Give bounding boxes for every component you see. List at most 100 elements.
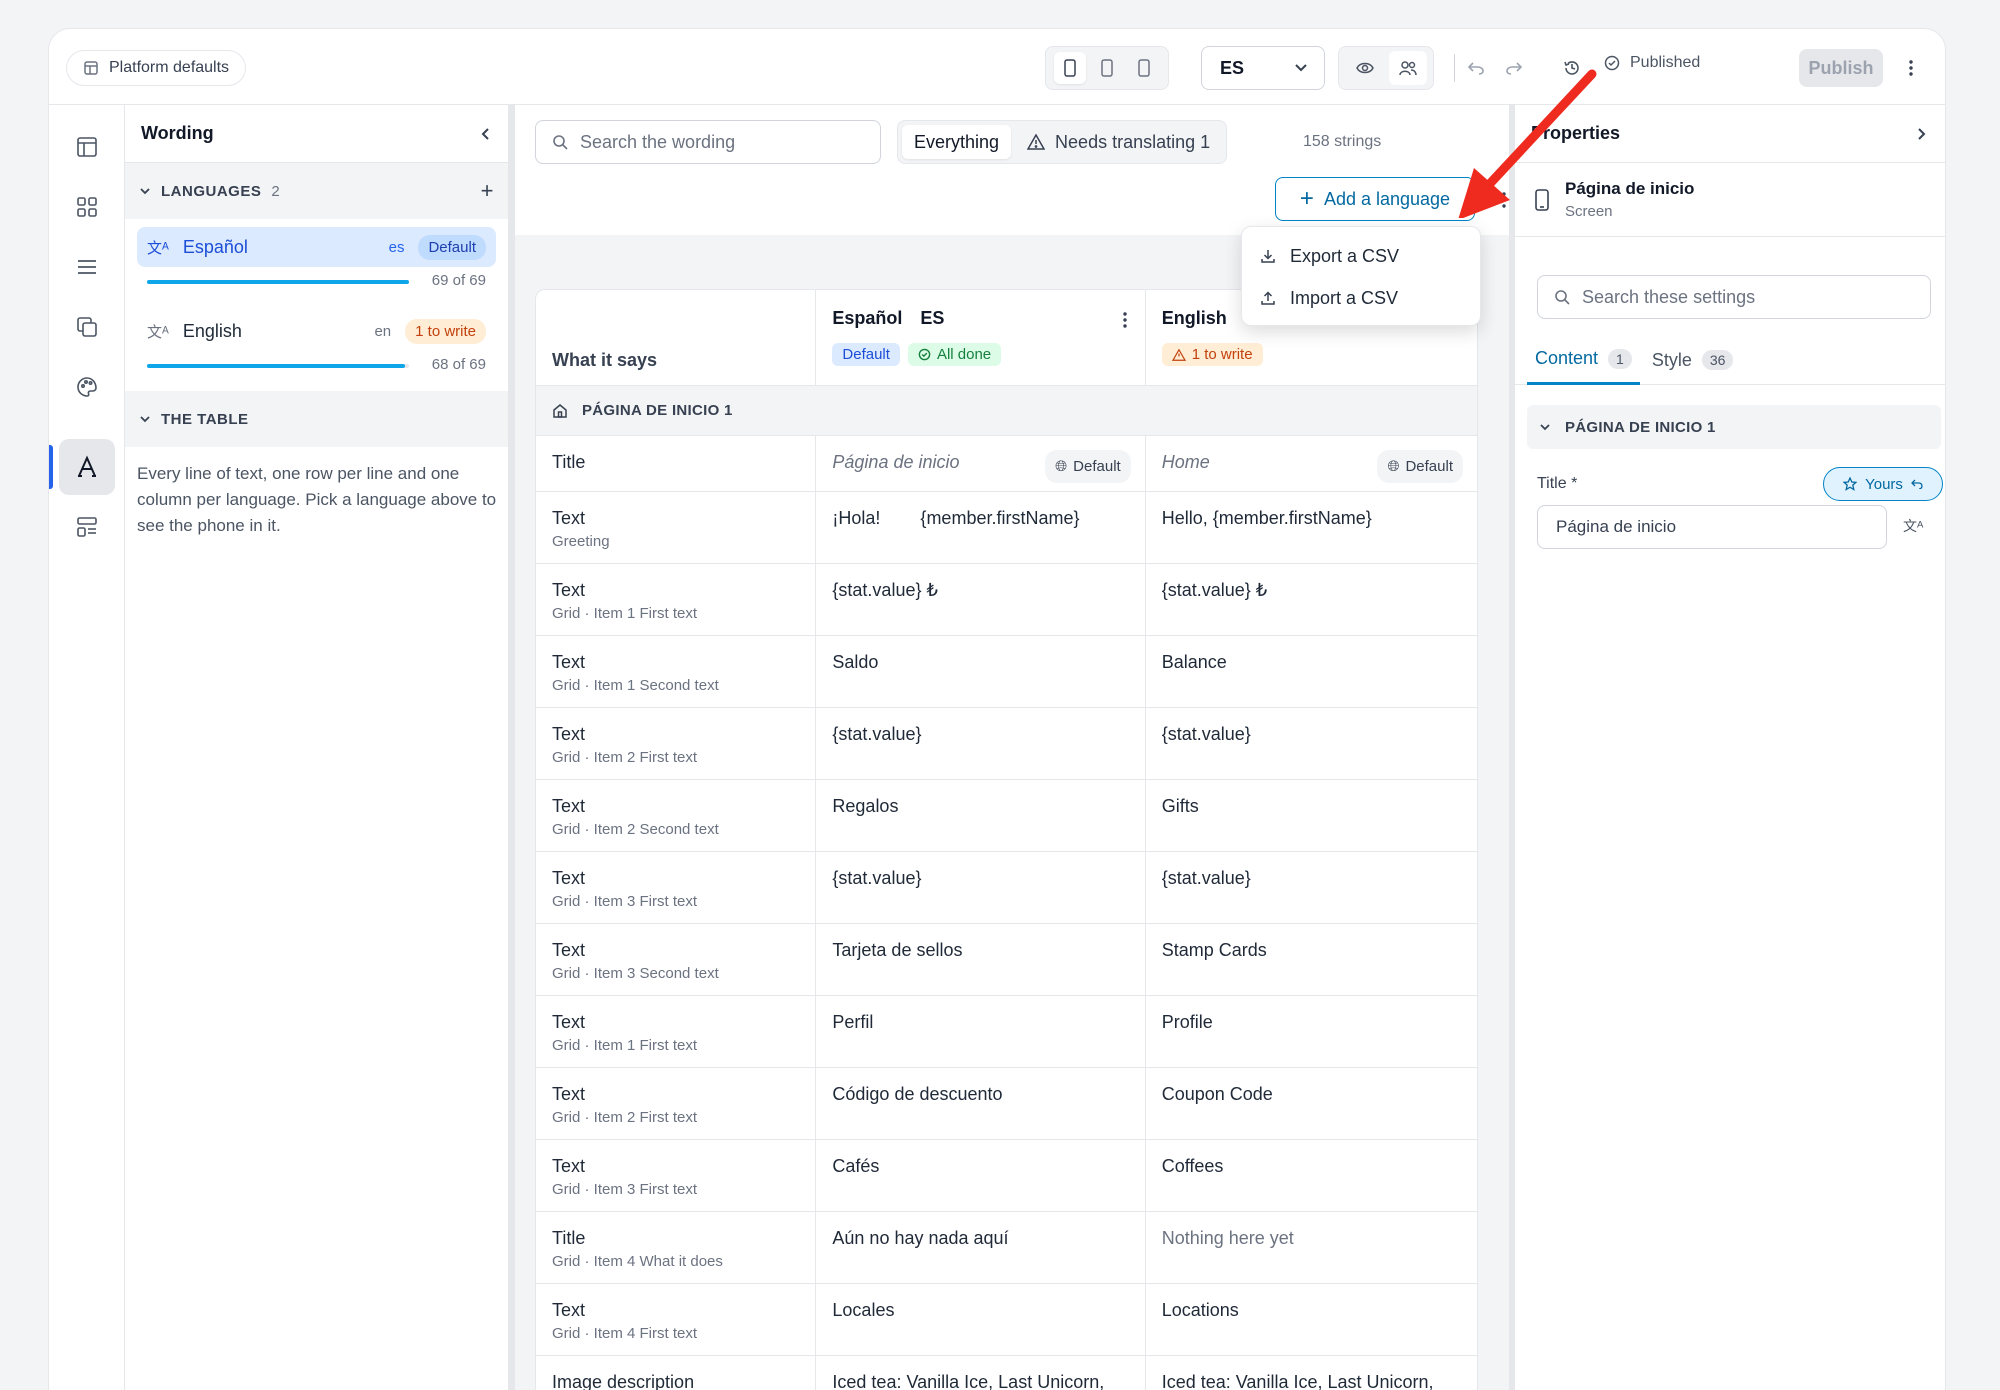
language-item-es[interactable]: 文ᴬ Español es Default 69 of 69 — [125, 219, 508, 303]
users-button[interactable] — [1388, 51, 1427, 85]
cell-en[interactable]: Coffees — [1146, 1140, 1477, 1211]
cell-en[interactable]: Profile — [1146, 996, 1477, 1067]
language-card[interactable]: 文ᴬ Español es Default — [137, 227, 496, 267]
cell-es[interactable]: Cafés — [816, 1140, 1146, 1211]
kebab-icon[interactable] — [1123, 312, 1127, 328]
table-row[interactable]: Text Greeting ¡Hola! {member.firstName} Hel… — [536, 492, 1477, 564]
cell-es[interactable]: Código de descuento — [816, 1068, 1146, 1139]
rail-navigation[interactable] — [59, 239, 115, 295]
cell-en[interactable]: Nothing here yet — [1146, 1212, 1477, 1283]
translate-icon[interactable]: 文ᴬ — [1903, 516, 1923, 536]
home-icon — [553, 403, 567, 418]
table-row[interactable]: Text Grid · Item 2 First text {stat.value}… — [536, 708, 1477, 780]
cell-es[interactable]: Tarjeta de sellos — [816, 924, 1146, 995]
import-csv-item[interactable]: Import a CSV — [1242, 277, 1480, 319]
properties-section-header[interactable]: PÁGINA DE INICIO 1 — [1527, 405, 1941, 449]
rail-wording[interactable] — [59, 439, 115, 495]
table-row[interactable]: Text Grid · Item 3 First text Cafés Coffees — [536, 1140, 1477, 1212]
row-location: Grid · Item 4 First text — [552, 1325, 698, 1342]
table-row[interactable]: Text Grid · Item 3 First text {stat.value}… — [536, 852, 1477, 924]
column-en-name: English — [1161, 308, 1227, 328]
table-row[interactable]: Text Grid · Item 1 Second text Saldo Balanc… — [536, 636, 1477, 708]
chevron-left-icon[interactable] — [480, 127, 490, 141]
cell-es[interactable]: {stat.value} — [816, 852, 1146, 923]
yours-toggle[interactable]: Yours — [1823, 467, 1943, 501]
table-row[interactable]: Title Grid · Item 4 What it does Aún no ha… — [536, 1212, 1477, 1284]
cell-es[interactable]: {stat.value} — [816, 708, 1146, 779]
cell-es[interactable]: {stat.value} ₺ — [816, 564, 1146, 635]
table-row[interactable]: Text Grid · Item 1 First text {stat.value}… — [536, 564, 1477, 636]
rail-theme[interactable] — [59, 359, 115, 415]
table-row[interactable]: Text Grid · Item 2 First text Código de de… — [536, 1068, 1477, 1140]
table-row[interactable]: Text Grid · Item 1 First text Perfil Profil… — [536, 996, 1477, 1068]
chevron-right-icon[interactable] — [1917, 127, 1927, 141]
cell-en[interactable]: Hello, {member.firstName} — [1146, 492, 1477, 563]
default-chip-label: Default — [1073, 458, 1121, 475]
languages-section-header[interactable]: LANGUAGES 2 + — [125, 163, 508, 219]
cell-en[interactable]: Home 🌐︎ Default — [1146, 436, 1477, 491]
cell-es[interactable]: ¡Hola! {member.firstName} — [816, 492, 1146, 563]
cell-es-text: Cafés — [832, 1156, 880, 1176]
language-card[interactable]: 文ᴬ English en 1 to write — [137, 311, 496, 351]
wording-search-input[interactable]: Search the wording — [535, 120, 881, 164]
rail-pages[interactable] — [59, 299, 115, 355]
cell-es[interactable]: Locales — [816, 1284, 1146, 1355]
cell-en[interactable]: Stamp Cards — [1146, 924, 1477, 995]
filter-needs-translating[interactable]: Needs translating 1 — [1015, 125, 1222, 159]
languages-label: LANGUAGES — [161, 182, 262, 200]
table-row[interactable]: Title Página de inicio 🌐︎ Default Home 🌐︎ Defa… — [536, 436, 1477, 492]
add-language-plus-icon[interactable]: + — [481, 178, 494, 204]
table-row[interactable]: Text Grid · Item 3 Second text Tarjeta de … — [536, 924, 1477, 996]
rail-layout[interactable] — [59, 119, 115, 175]
cell-es[interactable]: Regalos — [816, 780, 1146, 851]
cell-en[interactable]: Balance — [1146, 636, 1477, 707]
table-row[interactable]: Text Grid · Item 4 First text Locales Locat… — [536, 1284, 1477, 1356]
cell-en[interactable]: Coupon Code — [1146, 1068, 1477, 1139]
row-location: Grid · Item 1 Second text — [552, 677, 719, 694]
kebab-icon — [1909, 60, 1913, 76]
table-group-row[interactable]: PÁGINA DE INICIO 1 — [536, 386, 1477, 436]
tab-style[interactable]: Style 36 — [1644, 335, 1742, 385]
cell-en[interactable]: Locations — [1146, 1284, 1477, 1355]
cell-es[interactable]: Página de inicio 🌐︎ Default — [816, 436, 1146, 491]
rail-components[interactable] — [59, 179, 115, 235]
cell-en[interactable]: {stat.value} — [1146, 708, 1477, 779]
row-location: Grid · Item 2 First text — [552, 749, 698, 766]
language-select[interactable]: ES — [1201, 46, 1325, 90]
table-row[interactable]: Image descriptionCarousel · Slide 1 Iced … — [536, 1356, 1477, 1390]
export-csv-item[interactable]: Export a CSV — [1242, 235, 1480, 277]
cell-en[interactable]: Iced tea: Vanilla Ice, Last Unicorn, Red… — [1146, 1356, 1477, 1390]
large-device-button[interactable] — [1128, 52, 1160, 84]
cell-es[interactable]: Iced tea: Vanilla Ice, Last Unicorn, Red… — [816, 1356, 1146, 1390]
settings-search-input[interactable]: Search these settings — [1537, 275, 1931, 319]
rail-data[interactable] — [59, 499, 115, 555]
settings-search-placeholder: Search these settings — [1582, 286, 1756, 307]
column-es-name: Español — [832, 308, 903, 328]
row-kind: Text — [552, 580, 586, 600]
tab-content[interactable]: Content 1 — [1527, 335, 1640, 385]
cell-what: Text Grid · Item 3 First text — [536, 852, 817, 923]
cell-es[interactable]: Perfil — [816, 996, 1146, 1067]
preview-button[interactable] — [1346, 51, 1384, 85]
to-write-label: 1 to write — [1191, 346, 1253, 363]
filter-everything[interactable]: Everything — [902, 125, 1012, 159]
properties-panel: Properties Página de inicio Screen Searc… — [1515, 105, 1945, 1390]
languages-count: 2 — [271, 182, 281, 200]
platform-defaults-button[interactable]: Platform defaults — [66, 50, 247, 86]
table-section-header[interactable]: THE TABLE — [125, 391, 508, 447]
more-menu-button[interactable] — [1896, 53, 1926, 83]
phone-device-button[interactable] — [1054, 52, 1087, 84]
cell-es[interactable]: Saldo — [816, 636, 1146, 707]
publish-button[interactable]: Publish — [1799, 49, 1883, 87]
cell-en[interactable]: Gifts — [1146, 780, 1477, 851]
table-row[interactable]: Text Grid · Item 2 Second text Regalos Gift… — [536, 780, 1477, 852]
language-select-value: ES — [1220, 57, 1245, 78]
tablet-device-button[interactable] — [1091, 52, 1123, 84]
add-language-button[interactable]: + Add a language — [1275, 177, 1475, 221]
cell-en-text: {stat.value} — [1161, 724, 1251, 744]
title-field-input[interactable]: Página de inicio — [1537, 505, 1887, 549]
cell-en[interactable]: {stat.value} ₺ — [1146, 564, 1477, 635]
cell-es[interactable]: Aún no hay nada aquí — [816, 1212, 1146, 1283]
language-item-en[interactable]: 文ᴬ English en 1 to write 68 of 69 — [125, 303, 508, 387]
cell-en[interactable]: {stat.value} — [1146, 852, 1477, 923]
